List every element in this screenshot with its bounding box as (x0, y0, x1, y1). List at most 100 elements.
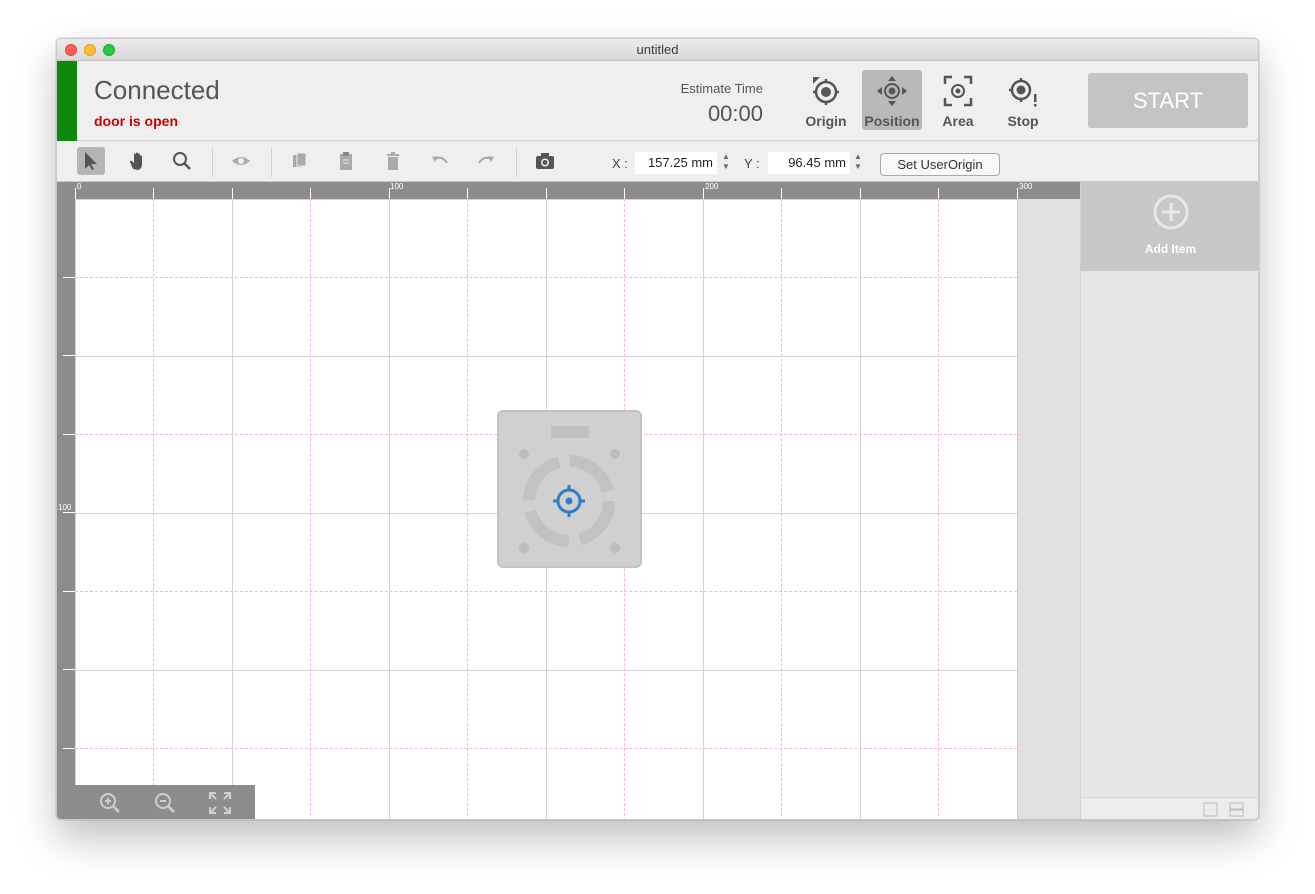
stop-crosshair-icon (1009, 78, 1037, 107)
pan-tool-button[interactable] (123, 147, 151, 175)
ruler-tick (860, 188, 861, 199)
toolbar-divider (212, 147, 213, 177)
ruler-tick (63, 748, 75, 749)
preview-button[interactable] (227, 147, 255, 175)
title-bar: untitled (57, 39, 1258, 61)
grid-line (781, 199, 782, 819)
ruler-tick (63, 277, 75, 278)
single-view-icon[interactable] (1203, 802, 1219, 818)
toolbar-divider (271, 147, 272, 177)
ruler-tick (63, 434, 75, 435)
ruler-label-100-vertical: 100 (58, 503, 72, 512)
stop-label: Stop (1007, 113, 1039, 129)
add-plus-circle-icon (1153, 194, 1189, 230)
door-status: door is open (94, 113, 178, 129)
redo-icon (478, 156, 494, 164)
zoom-out-button[interactable] (152, 790, 178, 816)
y-stepper[interactable]: ▲ ▼ (853, 152, 863, 174)
y-coordinate-label: Y : (744, 156, 760, 171)
add-item-label: Add Item (1144, 242, 1197, 256)
ruler-tick (389, 188, 390, 199)
zoom-tool-button[interactable] (168, 147, 196, 175)
connection-status: Connected (94, 75, 220, 105)
origin-label: Origin (805, 113, 847, 129)
position-button[interactable]: Position (862, 70, 922, 130)
ruler-label-200: 200 (705, 182, 719, 191)
status-header: Connected door is open Estimate Time 00:… (57, 61, 1258, 141)
position-label: Position (864, 113, 920, 129)
x-coordinate-field[interactable]: 157.25 mm (635, 152, 717, 174)
ruler-tick (310, 188, 311, 199)
copy-button[interactable] (286, 147, 314, 175)
ruler-tick (467, 188, 468, 199)
set-user-origin-button[interactable]: Set UserOrigin (880, 153, 1000, 176)
copy-icon (293, 152, 307, 167)
maximize-window-button[interactable] (103, 44, 115, 56)
hand-pan-icon (130, 152, 142, 170)
ruler-label-100: 100 (390, 182, 404, 191)
ruler-tick (63, 355, 75, 356)
area-label: Area (942, 113, 974, 129)
undo-button[interactable] (426, 147, 454, 175)
ruler-tick (153, 188, 154, 199)
ruler-tick (546, 188, 547, 199)
items-sidebar: Add Item (1080, 182, 1258, 819)
zoom-magnifier-icon (173, 152, 191, 170)
estimate-time-value: 00:00 (707, 101, 763, 126)
horizontal-ruler: 0 100 200 300 (57, 182, 1080, 199)
ruler-tick (63, 669, 75, 670)
canvas-margin (1017, 199, 1080, 819)
origin-crosshair-icon (813, 77, 839, 105)
ruler-tick (703, 188, 704, 199)
redo-button[interactable] (472, 147, 500, 175)
split-view-icon[interactable] (1229, 802, 1245, 818)
ruler-tick (63, 512, 75, 513)
x-coordinate-label: X : (612, 156, 628, 171)
grid-line (467, 199, 468, 819)
ruler-tick (938, 188, 939, 199)
origin-button[interactable]: Origin (796, 70, 856, 130)
fit-to-screen-button[interactable] (207, 790, 233, 816)
ruler-label-0: 0 (77, 182, 82, 191)
ruler-tick (1017, 188, 1018, 199)
select-arrow-icon (85, 152, 97, 170)
ruler-tick (63, 591, 75, 592)
y-coordinate-field[interactable]: 96.45 mm (768, 152, 850, 174)
ruler-tick (75, 188, 76, 199)
undo-icon (432, 156, 448, 164)
preview-eye-icon (232, 157, 250, 165)
add-item-button[interactable]: Add Item (1081, 182, 1258, 271)
zoom-out-icon (155, 793, 175, 813)
select-tool-button[interactable] (77, 147, 105, 175)
grid-line (938, 199, 939, 819)
x-stepper[interactable]: ▲ ▼ (721, 152, 731, 174)
connection-indicator (57, 61, 77, 141)
edit-toolbar: X : 157.25 mm ▲ ▼ Y : 96.45 mm ▲ ▼ Set Use… (57, 142, 1258, 182)
start-button[interactable]: START (1088, 73, 1248, 128)
area-button[interactable]: Area (928, 70, 988, 130)
ruler-tick (624, 188, 625, 199)
grid-line (75, 277, 1017, 278)
grid-line (153, 199, 154, 819)
zoom-in-button[interactable] (97, 790, 123, 816)
grid-line (75, 748, 1017, 749)
ruler-label-300: 300 (1019, 182, 1033, 191)
toolbar-divider (516, 147, 517, 177)
close-window-button[interactable] (65, 44, 77, 56)
zoom-in-icon (100, 793, 120, 813)
ruler-tick (232, 188, 233, 199)
fullscreen-expand-icon (209, 792, 231, 814)
app-window: untitled Connected door is open Estimate… (56, 38, 1259, 820)
area-frame-icon (943, 75, 973, 107)
minimize-window-button[interactable] (84, 44, 96, 56)
paste-button[interactable] (332, 147, 360, 175)
paste-clipboard-icon (340, 152, 352, 170)
stop-button[interactable]: Stop (993, 70, 1053, 130)
grid-line (75, 591, 1017, 592)
estimate-time-label: Estimate Time (680, 81, 763, 96)
camera-icon (536, 153, 554, 169)
vertical-ruler: 100 (57, 199, 75, 819)
delete-button[interactable] (379, 147, 407, 175)
laser-head-icon (519, 426, 620, 553)
camera-button[interactable] (531, 147, 559, 175)
